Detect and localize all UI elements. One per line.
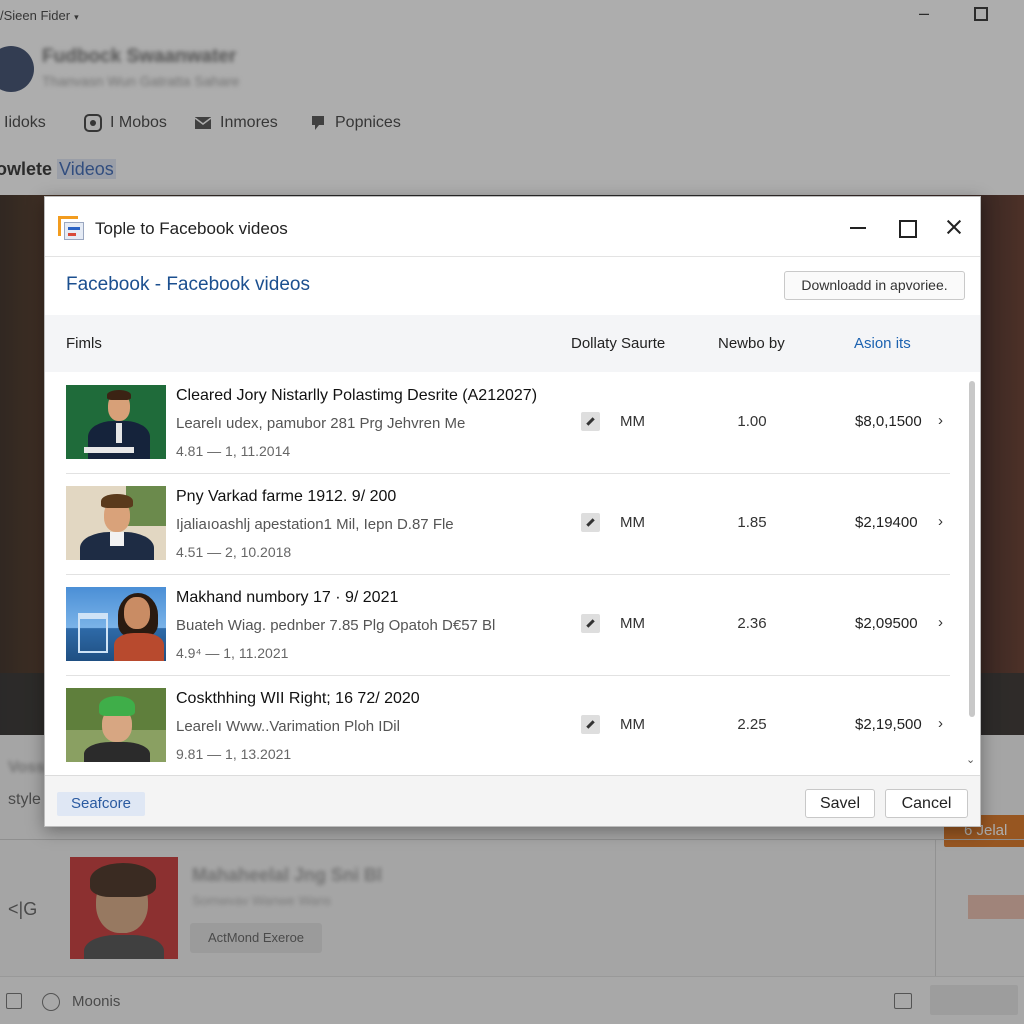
row-price: $2,19,500 <box>855 716 922 733</box>
minimize-icon[interactable] <box>846 215 870 239</box>
video-thumbnail[interactable] <box>66 587 166 661</box>
edit-icon[interactable] <box>581 715 600 734</box>
row-date: 4.81 — 1, 11.2014 <box>176 443 291 459</box>
video-thumbnail[interactable] <box>66 486 166 560</box>
dialog-header: Facebook - Facebook videos Downloadd in … <box>45 257 980 315</box>
row-title: Makhand numbory 17 · 9/ 2021 <box>176 589 399 606</box>
row-source: MM <box>620 514 645 531</box>
chevron-right-icon[interactable]: › <box>938 513 943 530</box>
row-price: $8,0,1500 <box>855 413 922 430</box>
row-price: $2,09500 <box>855 615 918 632</box>
row-date: 4.51 — 2, 10.2018 <box>176 544 292 560</box>
close-icon[interactable] <box>942 215 966 239</box>
table-row[interactable]: Makhand numbory 17 · 9/ 2021 Buateh Wiag… <box>66 575 950 676</box>
edit-icon[interactable] <box>581 513 600 532</box>
video-list: Cleared Jory Nistarlly Polastimg Desrite… <box>45 373 980 775</box>
edit-icon[interactable] <box>581 614 600 633</box>
row-description: Learelı udex, pamubor 281 Prg Jehvren Me <box>176 415 466 432</box>
table-row[interactable]: Pny Varkad farme 1912. 9/ 200 Ijaliaıoas… <box>66 474 950 575</box>
edit-icon[interactable] <box>581 412 600 431</box>
chevron-right-icon[interactable]: › <box>938 412 943 429</box>
column-header-source[interactable]: Dollaty Saurte <box>571 335 665 352</box>
row-date: 4.9⁴ — 1, 11.2021 <box>176 645 289 661</box>
row-price: $2,19400 <box>855 514 918 531</box>
row-title: Cleared Jory Nistarlly Polastimg Desrite… <box>176 387 538 404</box>
app-icon <box>58 216 84 240</box>
column-header-newbo[interactable]: Newbo by <box>718 335 785 352</box>
vertical-scrollbar[interactable]: ⌄ <box>964 373 980 773</box>
cancel-button[interactable]: Cancel <box>885 789 968 818</box>
chevron-right-icon[interactable]: › <box>938 715 943 732</box>
row-title: Pny Varkad farme 1912. 9/ 200 <box>176 488 397 505</box>
row-source: MM <box>620 716 645 733</box>
dialog-footer: Seafcore Savel Cancel <box>45 775 980 826</box>
row-value: 2.36 <box>737 615 767 632</box>
chevron-right-icon[interactable]: › <box>938 614 943 631</box>
video-thumbnail[interactable] <box>66 385 166 459</box>
save-button[interactable]: Savel <box>805 789 875 818</box>
row-date: 9.81 — 1, 13.2021 <box>176 746 292 762</box>
download-button[interactable]: Downloadd in apvoriee. <box>784 271 965 300</box>
column-header-files[interactable]: Fimls <box>66 335 102 352</box>
row-value: 2.25 <box>737 716 767 733</box>
scrollbar-thumb[interactable] <box>969 381 975 717</box>
dialog-titlebar: Tople to Facebook videos <box>45 197 980 257</box>
chevron-down-icon[interactable]: ⌄ <box>966 753 975 766</box>
row-description: Ijaliaıoashlj apestation1 Mil, Iepn D.87… <box>176 516 454 533</box>
table-header: Fimls Dollaty Saurte Newbo by Asion its <box>45 315 980 372</box>
facebook-videos-dialog: Tople to Facebook videos Facebook - Face… <box>44 196 981 827</box>
row-description: Buateh Wiag. pednber 7.85 Plg Opatoh D€5… <box>176 617 496 634</box>
dialog-heading: Facebook - Facebook videos <box>66 274 310 295</box>
dialog-title: Tople to Facebook videos <box>95 219 288 238</box>
table-row[interactable]: Cleared Jory Nistarlly Polastimg Desrite… <box>66 373 950 474</box>
row-description: Learelı Www..Varimation Ploh IDil <box>176 718 400 735</box>
row-value: 1.85 <box>737 514 767 531</box>
table-row[interactable]: Coskthhing WII Right; 16 72/ 2020 Learel… <box>66 676 950 775</box>
row-title: Coskthhing WII Right; 16 72/ 2020 <box>176 690 420 707</box>
maximize-icon[interactable] <box>894 215 918 239</box>
search-tag[interactable]: Seafcore <box>57 792 145 816</box>
column-header-actions[interactable]: Asion its <box>854 335 911 352</box>
row-source: MM <box>620 615 645 632</box>
video-thumbnail[interactable] <box>66 688 166 762</box>
row-source: MM <box>620 413 645 430</box>
row-value: 1.00 <box>737 413 767 430</box>
